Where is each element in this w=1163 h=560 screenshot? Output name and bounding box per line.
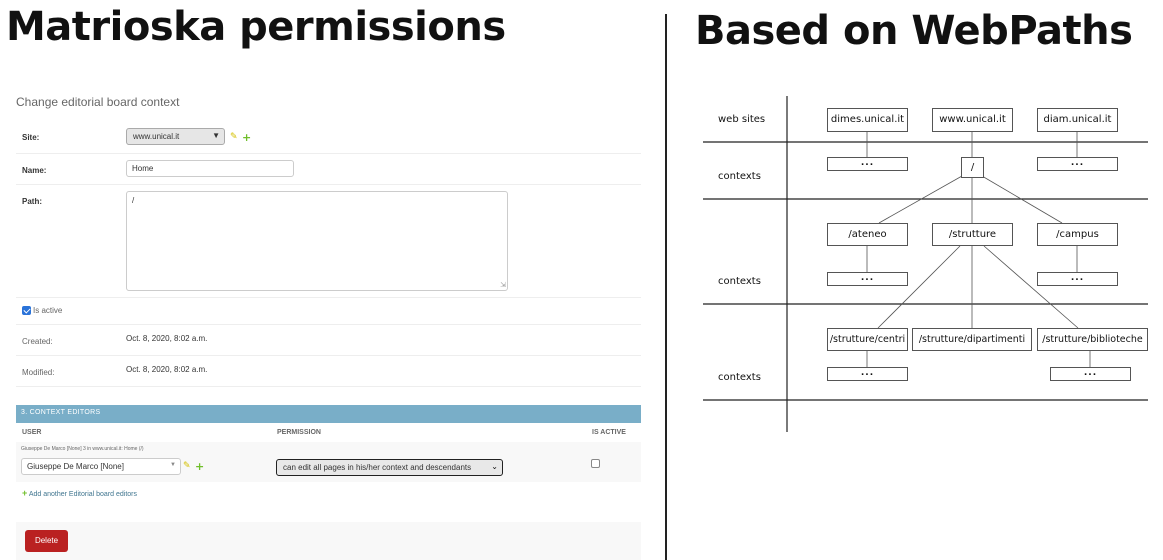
node-ellipsis: ... [827, 272, 908, 286]
webpaths-diagram [703, 96, 1148, 432]
node-strutture-dipartimenti: /strutture/dipartimenti [912, 328, 1032, 351]
node-ellipsis: ... [827, 367, 908, 381]
node-ateneo: /ateneo [827, 223, 908, 246]
row-label-contexts: contexts [718, 276, 761, 287]
node-diam: diam.unical.it [1037, 108, 1118, 132]
node-strutture-centri: /strutture/centri [827, 328, 908, 351]
node-ellipsis: ... [1050, 367, 1131, 381]
node-campus: /campus [1037, 223, 1118, 246]
node-strutture-biblioteche: /strutture/biblioteche [1037, 328, 1148, 351]
row-label-contexts: contexts [718, 372, 761, 383]
node-strutture: /strutture [932, 223, 1013, 246]
edge [877, 245, 961, 329]
node-root: / [961, 157, 984, 178]
node-dimes: dimes.unical.it [827, 108, 908, 132]
row-label-web-sites: web sites [718, 114, 766, 125]
node-ellipsis: ... [1037, 272, 1118, 286]
node-ellipsis: ... [1037, 157, 1118, 171]
row-label-contexts: contexts [718, 171, 761, 182]
edge [983, 245, 1079, 329]
node-www: www.unical.it [932, 108, 1013, 132]
node-ellipsis: ... [827, 157, 908, 171]
